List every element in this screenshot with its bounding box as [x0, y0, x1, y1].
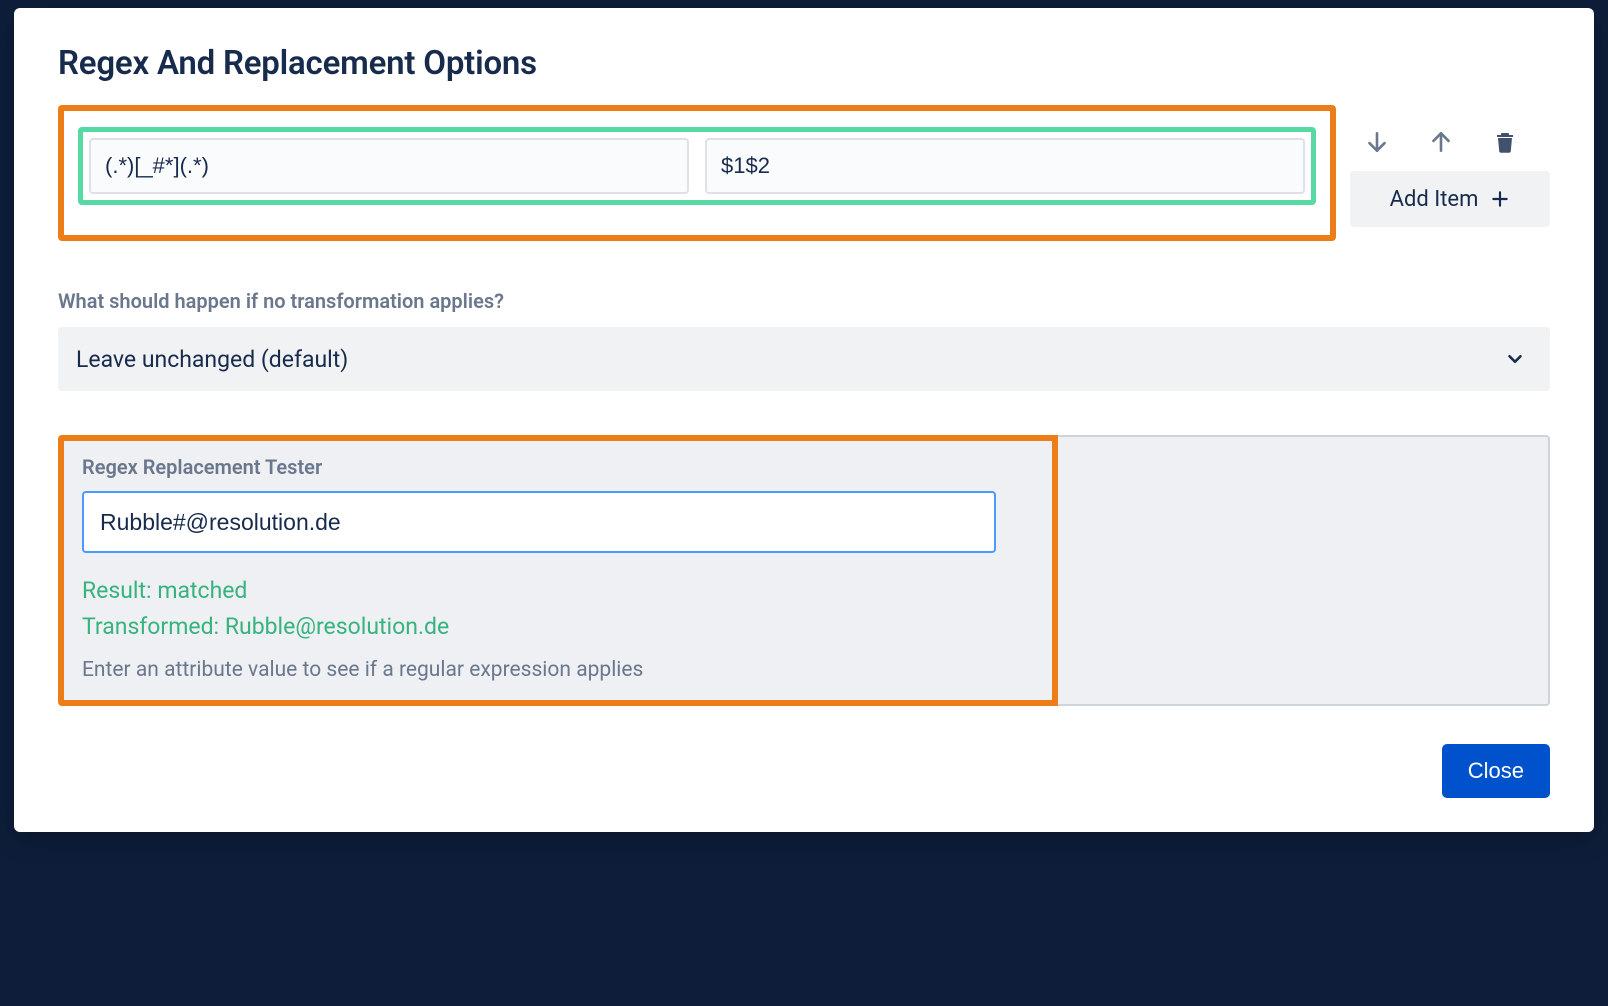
rules-list-highlight [58, 105, 1336, 241]
transformed-label: Transformed: [82, 613, 219, 640]
regex-options-modal: Regex And Replacement Options Add [14, 8, 1594, 832]
transformed-value: Rubble@resolution.de [225, 613, 449, 640]
tester-helper: Enter an attribute value to see if a reg… [82, 658, 1034, 682]
rules-area: Add Item [58, 105, 1550, 241]
add-item-button[interactable]: Add Item [1350, 171, 1550, 227]
close-button[interactable]: Close [1442, 744, 1550, 798]
delete-icon[interactable] [1490, 127, 1520, 157]
tester-panel-highlight: Regex Replacement Tester Result: matched… [58, 435, 1058, 706]
move-down-icon[interactable] [1362, 127, 1392, 157]
fallback-label: What should happen if no transformation … [58, 289, 1550, 313]
tester-transformed-line: Transformed: Rubble@resolution.de [82, 609, 1034, 645]
plus-icon [1490, 189, 1510, 209]
move-up-icon[interactable] [1426, 127, 1456, 157]
rule-row [78, 127, 1316, 205]
tester-panel-right [1058, 435, 1550, 706]
tester-input[interactable] [82, 491, 996, 553]
result-label: Result: [82, 577, 152, 604]
tester-result-line: Result: matched [82, 573, 1034, 609]
tester-title: Regex Replacement Tester [82, 455, 1034, 479]
fallback-selected-value: Leave unchanged (default) [76, 346, 348, 373]
chevron-down-icon [1504, 348, 1526, 370]
modal-footer: Close [58, 744, 1550, 798]
regex-replacement-input[interactable] [705, 138, 1305, 194]
modal-title: Regex And Replacement Options [58, 44, 1550, 83]
add-item-label: Add Item [1390, 187, 1479, 212]
rule-icon-row [1350, 127, 1550, 157]
regex-pattern-input[interactable] [89, 138, 689, 194]
tester-row: Regex Replacement Tester Result: matched… [58, 435, 1550, 706]
rules-actions: Add Item [1350, 105, 1550, 227]
result-value: matched [157, 577, 247, 604]
fallback-select[interactable]: Leave unchanged (default) [58, 327, 1550, 391]
